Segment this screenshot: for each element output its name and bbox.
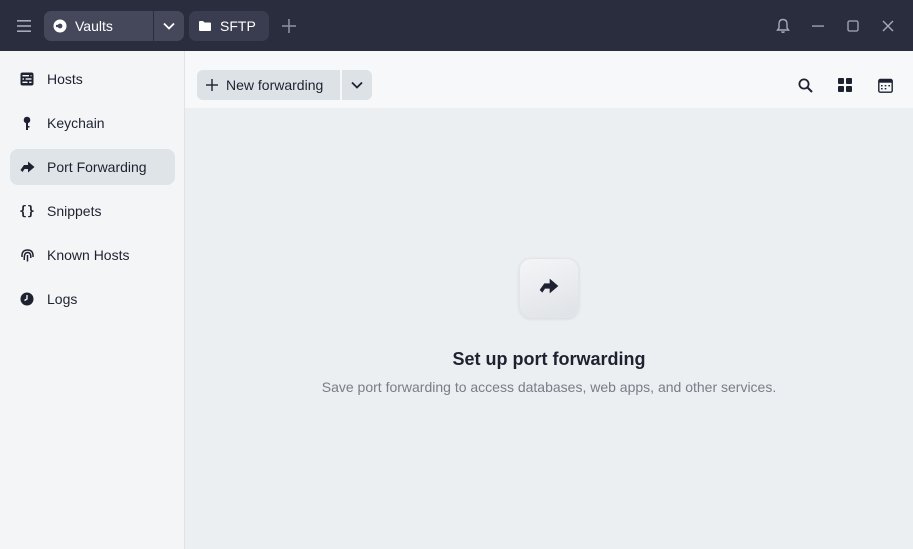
vaults-label: Vaults: [75, 18, 113, 34]
sidebar-item-snippets[interactable]: {} Snippets: [10, 193, 175, 229]
fingerprint-icon: [19, 247, 35, 263]
new-forwarding-label: New forwarding: [226, 77, 324, 93]
sidebar-item-port-forwarding[interactable]: Port Forwarding: [10, 149, 175, 185]
sidebar: Hosts Keychain Port Forwarding {} Snippe…: [0, 51, 185, 549]
folder-icon: [198, 19, 212, 33]
chevron-down-icon: [351, 76, 363, 94]
sidebar-item-label: Keychain: [47, 115, 105, 131]
vault-icon: [52, 18, 68, 34]
sidebar-item-label: Logs: [47, 291, 78, 307]
new-tab-plus-icon[interactable]: [278, 15, 300, 37]
bell-icon[interactable]: [771, 14, 795, 38]
port-forwarding-icon: [19, 159, 35, 175]
sidebar-item-label: Port Forwarding: [47, 159, 147, 175]
new-forwarding-dropdown-button[interactable]: [342, 70, 372, 100]
key-icon: [19, 115, 35, 131]
sidebar-item-label: Hosts: [47, 71, 83, 87]
port-forwarding-icon: [539, 278, 559, 299]
toolbar: New forwarding: [185, 51, 913, 108]
new-forwarding-button[interactable]: New forwarding: [197, 70, 340, 100]
clock-icon: [19, 291, 35, 307]
search-icon[interactable]: [793, 73, 817, 97]
empty-state-icon: [519, 258, 579, 318]
sidebar-item-known-hosts[interactable]: Known Hosts: [10, 237, 175, 273]
calendar-icon[interactable]: [873, 73, 897, 97]
tab-sftp-label: SFTP: [220, 18, 256, 34]
braces-icon: {}: [19, 203, 35, 219]
title-bar: Vaults SFTP: [0, 0, 913, 51]
sidebar-item-label: Snippets: [47, 203, 102, 219]
chevron-down-icon: [163, 17, 175, 35]
sidebar-item-hosts[interactable]: Hosts: [10, 61, 175, 97]
minimize-icon[interactable]: [806, 14, 830, 38]
vaults-button[interactable]: Vaults: [44, 11, 153, 41]
hamburger-menu-icon[interactable]: [10, 12, 38, 40]
sidebar-item-logs[interactable]: Logs: [10, 281, 175, 317]
hosts-icon: [19, 71, 35, 87]
maximize-icon[interactable]: [841, 14, 865, 38]
sidebar-item-keychain[interactable]: Keychain: [10, 105, 175, 141]
empty-state-title: Set up port forwarding: [452, 349, 646, 369]
vaults-dropdown-button[interactable]: [154, 11, 184, 41]
plus-icon: [206, 78, 220, 92]
close-icon[interactable]: [876, 14, 900, 38]
sidebar-item-label: Known Hosts: [47, 247, 130, 263]
tab-sftp[interactable]: SFTP: [189, 11, 269, 41]
grid-view-icon[interactable]: [833, 73, 857, 97]
empty-state-subtitle: Save port forwarding to access databases…: [321, 379, 777, 395]
